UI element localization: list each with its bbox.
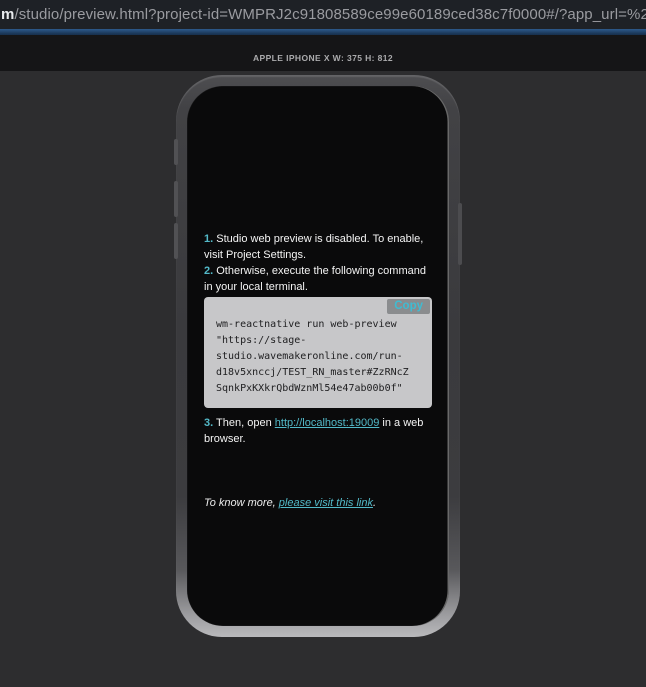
volume-up-button (174, 181, 178, 217)
url-domain-fragment: m (1, 6, 14, 23)
iphone-x-frame: 1. Studio web preview is disabled. To en… (176, 75, 460, 637)
copy-button[interactable]: Copy (387, 299, 430, 314)
device-toolbar: APPLE IPHONE X W: 375 H: 812 (0, 35, 646, 71)
phone-screen: 1. Studio web preview is disabled. To en… (187, 86, 449, 626)
terminal-command-text: wm-reactnative run web-preview "https://… (216, 317, 420, 397)
step-2: 2. Otherwise, execute the following comm… (204, 263, 432, 295)
step-1: 1. Studio web preview is disabled. To en… (204, 231, 432, 263)
terminal-command-block: Copy wm-reactnative run web-preview "htt… (204, 297, 432, 408)
know-more-note: To know more, please visit this link. (204, 495, 432, 511)
step-2-text: Otherwise, execute the following command… (204, 265, 426, 293)
step-1-text: Studio web preview is disabled. To enabl… (204, 233, 423, 261)
step-1-number: 1. (204, 233, 213, 245)
know-more-text-after: . (373, 497, 376, 509)
browser-url-bar[interactable]: m/studio/preview.html?project-id=WMPRJ2c… (0, 0, 646, 29)
preview-workspace: 1. Studio web preview is disabled. To en… (0, 71, 646, 687)
know-more-text-before: To know more, (204, 497, 279, 509)
mute-switch (174, 139, 178, 165)
step-2-number: 2. (204, 265, 213, 277)
url-path: /studio/preview.html?project-id=WMPRJ2c9… (14, 6, 646, 23)
step-3-text-before: Then, open (216, 417, 275, 429)
power-button (458, 203, 462, 265)
page-url: m/studio/preview.html?project-id=WMPRJ2c… (1, 6, 646, 23)
device-dimensions-label: APPLE IPHONE X W: 375 H: 812 (253, 43, 393, 63)
step-3-number: 3. (204, 417, 213, 429)
know-more-link[interactable]: please visit this link (279, 497, 373, 509)
volume-down-button (174, 223, 178, 259)
preview-instructions: 1. Studio web preview is disabled. To en… (204, 231, 432, 511)
step-3: 3. Then, open http://localhost:19009 in … (204, 415, 432, 447)
localhost-link[interactable]: http://localhost:19009 (275, 417, 380, 429)
